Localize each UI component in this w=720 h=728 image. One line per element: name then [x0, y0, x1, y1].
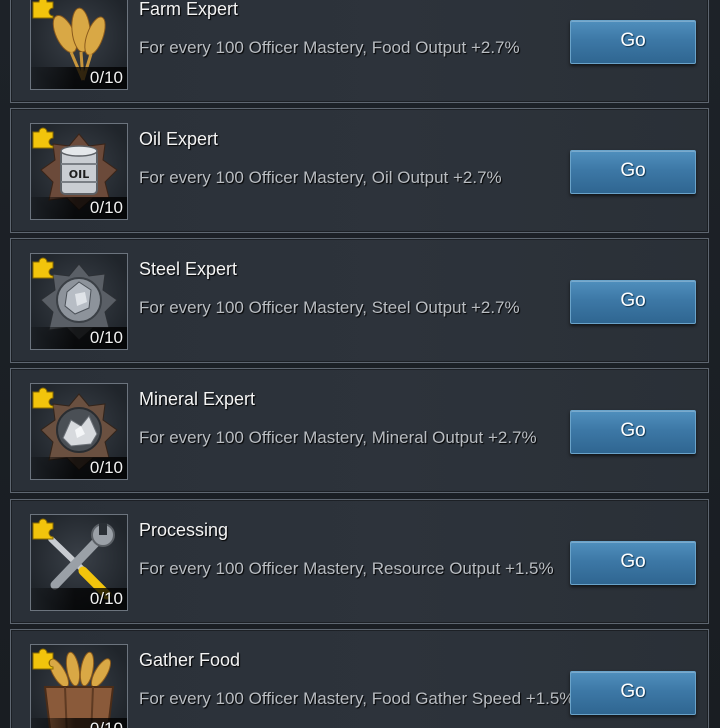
skill-title: Steel Expert — [139, 259, 238, 279]
go-button[interactable]: Go — [570, 150, 696, 194]
skill-title: Oil Expert — [139, 129, 219, 149]
skill-card-oil-expert: OIL 0/10 Oil Expert For every 100 Office… — [10, 108, 709, 233]
skill-icon-frame: 0/10 — [30, 644, 128, 728]
skill-card-processing: 0/10 Processing For every 100 Officer Ma… — [10, 499, 709, 624]
puzzle-piece-icon — [32, 387, 54, 409]
skill-description: For every 100 Officer Mastery, Steel Out… — [139, 298, 520, 317]
skill-card-mineral-expert: 0/10 Mineral Expert For every 100 Office… — [10, 368, 709, 493]
go-button[interactable]: Go — [570, 280, 696, 324]
skill-level: 0/10 — [31, 197, 127, 219]
puzzle-piece-icon — [32, 648, 54, 670]
puzzle-piece-icon — [32, 518, 54, 540]
skill-list[interactable]: 0/10 Farm Expert For every 100 Officer M… — [0, 0, 720, 728]
skill-description: For every 100 Officer Mastery, Oil Outpu… — [139, 168, 502, 187]
skill-icon-frame: 0/10 — [30, 253, 128, 350]
skill-description: For every 100 Officer Mastery, Food Gath… — [139, 689, 575, 708]
skill-icon-frame: OIL 0/10 — [30, 123, 128, 220]
skill-card-farm-expert: 0/10 Farm Expert For every 100 Officer M… — [10, 0, 709, 103]
skill-icon-frame: 0/10 — [30, 383, 128, 480]
puzzle-piece-icon — [32, 0, 54, 19]
go-button[interactable]: Go — [570, 20, 696, 64]
skill-icon-frame: 0/10 — [30, 514, 128, 611]
go-button[interactable]: Go — [570, 541, 696, 585]
skill-level: 0/10 — [31, 588, 127, 610]
skill-title: Mineral Expert — [139, 389, 256, 409]
skill-icon-frame: 0/10 — [30, 0, 128, 90]
go-button[interactable]: Go — [570, 410, 696, 454]
skill-level: 0/10 — [31, 327, 127, 349]
go-button[interactable]: Go — [570, 671, 696, 715]
puzzle-piece-icon — [32, 257, 54, 279]
skill-level: 0/10 — [31, 67, 127, 89]
skill-card-steel-expert: 0/10 Steel Expert For every 100 Officer … — [10, 238, 709, 363]
svg-text:OIL: OIL — [69, 168, 89, 181]
puzzle-piece-icon — [32, 127, 54, 149]
skill-description: For every 100 Officer Mastery, Food Outp… — [139, 38, 520, 57]
skill-description: For every 100 Officer Mastery, Resource … — [139, 559, 554, 578]
skill-title: Farm Expert — [139, 0, 239, 19]
skill-title: Processing — [139, 520, 229, 540]
skill-level: 0/10 — [31, 718, 127, 728]
skill-description: For every 100 Officer Mastery, Mineral O… — [139, 428, 537, 447]
skill-title: Gather Food — [139, 650, 241, 670]
skill-level: 0/10 — [31, 457, 127, 479]
skill-card-gather-food: 0/10 Gather Food For every 100 Officer M… — [10, 629, 709, 728]
